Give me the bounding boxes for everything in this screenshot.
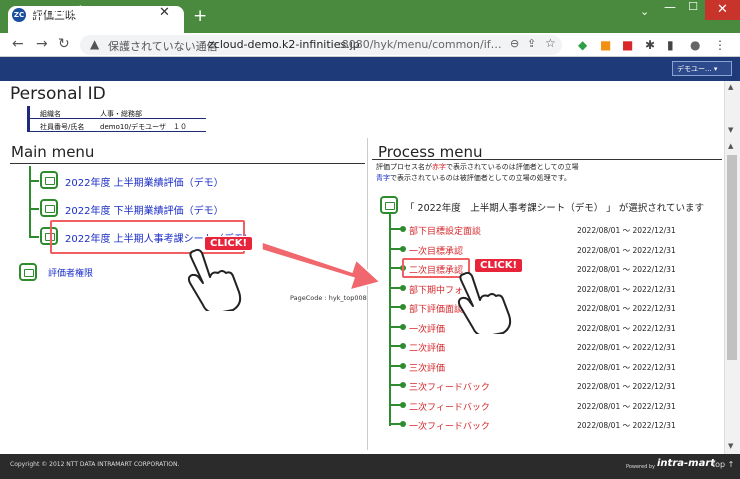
evaluator-authority-link[interactable]: 評価者権限 bbox=[48, 266, 93, 279]
main-menu-item-1[interactable]: 2022年度 上半期業績評価（デモ） bbox=[65, 174, 224, 189]
scroll-down-icon[interactable]: ▼ bbox=[728, 442, 733, 450]
process-period: 2022/08/01 ～ 2022/12/31 bbox=[577, 382, 676, 391]
extensions-puzzle-icon[interactable]: ✱ bbox=[645, 38, 655, 52]
page-code: PageCode : hyk_top008 bbox=[290, 294, 367, 302]
process-item-2[interactable]: 一次目標承認 bbox=[409, 244, 463, 257]
warning-icon[interactable]: ▲ bbox=[90, 37, 99, 51]
process-item-10[interactable]: 二次フィードバック bbox=[409, 400, 490, 413]
divider bbox=[30, 131, 206, 132]
process-period: 2022/08/01 ～ 2022/12/31 bbox=[577, 324, 676, 333]
scroll-down-icon[interactable]: ▼ bbox=[728, 126, 733, 134]
process-period: 2022/08/01 ～ 2022/12/31 bbox=[577, 343, 676, 352]
powered-by-text: Powered by bbox=[626, 464, 655, 470]
app-header bbox=[0, 57, 740, 81]
tab-search-icon[interactable]: ⌄ bbox=[640, 5, 649, 18]
process-period: 2022/08/01 ～ 2022/12/31 bbox=[577, 285, 676, 294]
extension-pdf-icon[interactable]: ■ bbox=[622, 38, 633, 52]
process-desc-line-1: 評価プロセス名が赤字で表示されているのは評価者としての立場 bbox=[376, 163, 579, 171]
process-item-7[interactable]: 二次評価 bbox=[409, 341, 445, 354]
url-path: :8080/hyk/menu/common/if… bbox=[338, 38, 502, 51]
process-period: 2022/08/01 ～ 2022/12/31 bbox=[577, 304, 676, 313]
url-host: zcloud-demo.k2-infinities.jp bbox=[208, 38, 360, 51]
profile-avatar-icon[interactable]: ● bbox=[690, 38, 700, 52]
selected-sheet-text: 「 2022年度 上半期人事考課シート（デモ） 」 が選択されています bbox=[405, 203, 704, 214]
scroll-up-icon[interactable]: ▲ bbox=[728, 142, 733, 150]
tree-line bbox=[29, 236, 39, 238]
pointer-hand-icon bbox=[457, 271, 512, 334]
process-bullet-icon bbox=[400, 324, 406, 330]
divider bbox=[30, 118, 206, 119]
process-sheet-icon bbox=[380, 196, 398, 214]
reload-icon[interactable]: ↻ bbox=[58, 36, 70, 52]
process-bullet-icon bbox=[400, 304, 406, 310]
tree-line bbox=[29, 208, 39, 210]
process-period: 2022/08/01 ～ 2022/12/31 bbox=[577, 246, 676, 255]
main-menu-item-2[interactable]: 2022年度 下半期業績評価（デモ） bbox=[65, 202, 224, 217]
side-panel-icon[interactable]: ▮ bbox=[667, 38, 674, 52]
process-bullet-icon bbox=[400, 226, 406, 232]
extension-evernote-icon[interactable]: ◆ bbox=[578, 38, 587, 52]
menu-item-icon bbox=[40, 199, 58, 217]
browser-menu-icon[interactable]: ⋮ bbox=[714, 38, 726, 52]
process-period: 2022/08/01 ～ 2022/12/31 bbox=[577, 363, 676, 372]
direction-arrow-icon bbox=[262, 241, 382, 292]
authority-icon bbox=[19, 263, 37, 281]
bookmark-star-icon[interactable]: ☆ bbox=[545, 36, 556, 50]
url-field[interactable]: ▲ 保護されていない通信 zcloud-demo.k2-infinities.j… bbox=[80, 35, 562, 55]
process-bullet-icon bbox=[400, 285, 406, 291]
tree-line bbox=[29, 166, 31, 238]
menu-item-icon bbox=[40, 171, 58, 189]
copyright-text: Copyright © 2012 NTT DATA INTRAMART CORP… bbox=[10, 461, 180, 468]
process-bullet-icon bbox=[400, 363, 406, 369]
zoom-icon[interactable]: ⊖ bbox=[510, 37, 519, 50]
process-item-8[interactable]: 三次評価 bbox=[409, 361, 445, 374]
maximize-button[interactable]: ☐ bbox=[683, 0, 703, 20]
personal-id-title: Personal ID bbox=[10, 84, 106, 104]
pointer-hand-icon bbox=[187, 248, 242, 311]
intramart-logo: intra-mart bbox=[657, 458, 716, 469]
process-period: 2022/08/01 ～ 2022/12/31 bbox=[577, 421, 676, 430]
close-window-button[interactable]: ✕ bbox=[705, 0, 740, 20]
process-desc-line-2: 青字で表示されているのは被評価者としての立場の処理です。 bbox=[376, 174, 571, 182]
divider bbox=[10, 163, 365, 164]
share-icon[interactable]: ⇪ bbox=[527, 37, 536, 50]
scroll-up-icon[interactable]: ▲ bbox=[728, 83, 733, 91]
app-logo[interactable]: zanmai bbox=[28, 3, 83, 21]
tree-line bbox=[29, 180, 39, 182]
process-bullet-icon bbox=[400, 343, 406, 349]
url-security-text: 保護されていない通信 bbox=[108, 40, 218, 53]
tree-line bbox=[389, 214, 391, 426]
process-item-6[interactable]: 一次評価 bbox=[409, 322, 445, 335]
scrollbar-thumb[interactable] bbox=[727, 155, 737, 360]
column-divider bbox=[367, 138, 368, 450]
main-menu-title: Main menu bbox=[11, 143, 95, 161]
process-period: 2022/08/01 ～ 2022/12/31 bbox=[577, 226, 676, 235]
process-bullet-icon bbox=[400, 402, 406, 408]
process-bullet-icon bbox=[400, 382, 406, 388]
process-period: 2022/08/01 ～ 2022/12/31 bbox=[577, 402, 676, 411]
app-menu-dropdown[interactable]: 評価三昧 ▾ bbox=[110, 7, 149, 18]
process-bullet-icon bbox=[400, 421, 406, 427]
back-icon[interactable]: ← bbox=[12, 36, 24, 52]
favicon-icon: ZC bbox=[12, 8, 26, 22]
process-item-1[interactable]: 部下目標設定面談 bbox=[409, 224, 481, 237]
process-item-11[interactable]: 一次フィードバック bbox=[409, 419, 490, 432]
process-bullet-icon bbox=[400, 246, 406, 252]
divider bbox=[372, 159, 722, 160]
tab-close-icon[interactable]: ✕ bbox=[159, 5, 170, 20]
back-to-top-link[interactable]: top ↑ bbox=[712, 460, 734, 469]
process-period: 2022/08/01 ～ 2022/12/31 bbox=[577, 265, 676, 274]
minimize-button[interactable]: — bbox=[660, 0, 680, 20]
extension-amazon-icon[interactable]: ■ bbox=[600, 38, 611, 52]
user-select[interactable]: デモユー... ▾ bbox=[672, 61, 732, 76]
process-item-9[interactable]: 三次フィードバック bbox=[409, 380, 490, 393]
new-tab-button[interactable]: + bbox=[193, 6, 207, 26]
forward-icon[interactable]: → bbox=[36, 36, 48, 52]
